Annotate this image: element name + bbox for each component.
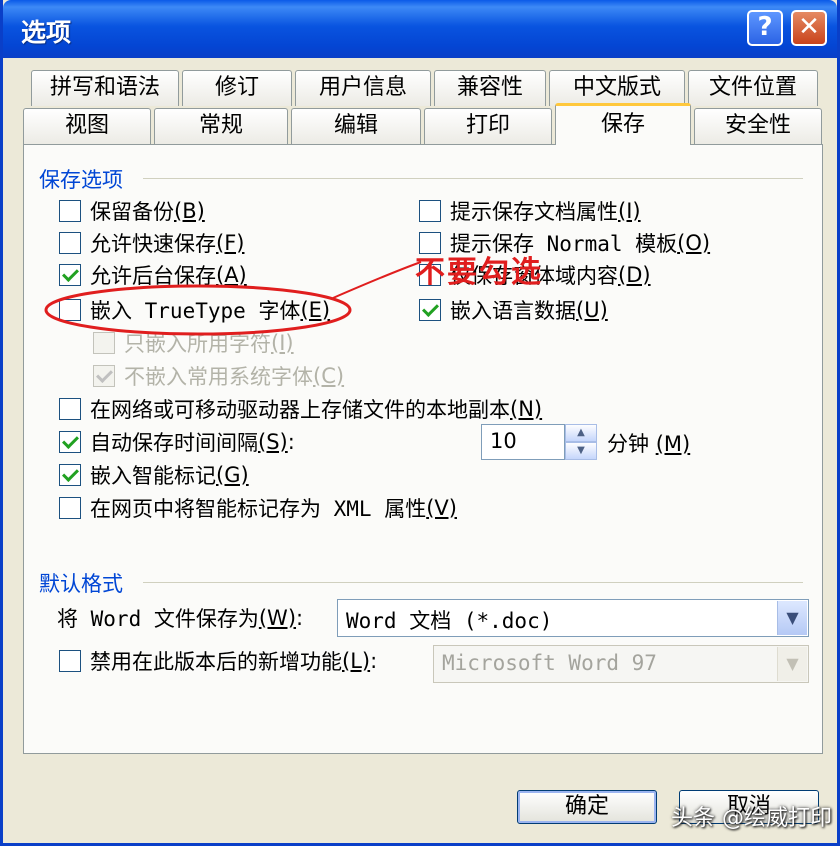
embed-linguistic-data-option[interactable]: 嵌入语言数据 (U) [419, 296, 608, 324]
options-dialog: 选项 ? ✕ 拼写和语法 修订 用户信息 兼容性 中文版式 文件位置 视图 常规… [0, 0, 840, 846]
close-button[interactable]: ✕ [791, 10, 827, 46]
prompt-doc-properties-checkbox[interactable] [419, 200, 441, 222]
default-format-group-title: 默认格式 [39, 572, 123, 596]
minutes-label: 分钟 (M) [607, 432, 691, 456]
embed-linguistic-data-checkbox[interactable] [419, 299, 441, 321]
watermark: 头条 @绘威打印 [671, 806, 832, 831]
tab-save[interactable]: 保存 [555, 103, 691, 145]
tab-asian-typography[interactable]: 中文版式 [549, 70, 685, 106]
smart-tags-xml-checkbox[interactable] [59, 497, 81, 519]
chevron-down-icon[interactable]: ▼ [777, 601, 807, 635]
local-copy-checkbox[interactable] [59, 398, 81, 420]
tab-user-info[interactable]: 用户信息 [295, 70, 431, 106]
embed-smart-tags-checkbox[interactable] [59, 464, 81, 486]
save-word-as-label: 将 Word 文件保存为 (W) : [57, 606, 304, 631]
allow-background-save-option[interactable]: 允许后台保存 (A) [59, 261, 247, 289]
smart-tags-xml-option[interactable]: 在网页中将智能标记存为 XML 属性 (V) [59, 494, 457, 522]
spin-down-icon[interactable]: ▼ [565, 442, 597, 460]
help-button[interactable]: ? [747, 10, 783, 46]
local-copy-option[interactable]: 在网络或可移动驱动器上存储文件的本地副本 (N) [59, 395, 542, 423]
tab-file-locations[interactable]: 文件位置 [688, 70, 818, 106]
chevron-down-icon: ▼ [777, 647, 807, 681]
autosave-minutes-input[interactable]: 10 [481, 424, 565, 460]
skip-system-fonts-option: 不嵌入常用系统字体 (C) [93, 362, 344, 390]
ok-button[interactable]: 确定 [517, 790, 657, 824]
tab-edit[interactable]: 编辑 [291, 108, 421, 144]
tab-compatibility[interactable]: 兼容性 [434, 70, 546, 106]
embed-truetype-fonts-checkbox[interactable] [59, 299, 81, 321]
embed-used-chars-option: 只嵌入所用字符 (I) [93, 329, 294, 357]
tab-track-changes[interactable]: 修订 [182, 70, 292, 106]
prompt-doc-properties-option[interactable]: 提示保存文档属性 (I) [419, 197, 641, 225]
save-options-group-title: 保存选项 [39, 168, 123, 192]
tab-spelling-grammar[interactable]: 拼写和语法 [31, 70, 179, 106]
window-title: 选项 [21, 18, 72, 47]
allow-fast-save-option[interactable]: 允许快速保存 (F) [59, 229, 244, 257]
autosave-minutes-spinner[interactable]: ▲ ▼ [565, 424, 597, 460]
allow-background-save-checkbox[interactable] [59, 264, 81, 286]
title-bar[interactable]: 选项 ? ✕ [3, 0, 837, 58]
spin-up-icon[interactable]: ▲ [565, 424, 597, 442]
embed-truetype-fonts-option[interactable]: 嵌入 TrueType 字体 (E) [59, 296, 330, 324]
tab-security[interactable]: 安全性 [694, 108, 822, 144]
save-options-divider [143, 178, 803, 179]
embed-smart-tags-option[interactable]: 嵌入智能标记 (G) [59, 461, 249, 489]
annotation-text: 不要勾选 [415, 255, 543, 290]
keep-backup-option[interactable]: 保留备份 (B) [59, 197, 205, 225]
disable-features-option[interactable]: 禁用在此版本后的新增功能 (L) : [59, 647, 377, 675]
autosave-interval-option[interactable]: 自动保存时间间隔 (S) : [59, 428, 295, 456]
embed-used-chars-checkbox [93, 332, 115, 354]
disable-features-checkbox[interactable] [59, 650, 81, 672]
save-format-select[interactable]: Word 文档 (*.doc) ▼ [337, 599, 809, 637]
allow-fast-save-checkbox[interactable] [59, 232, 81, 254]
tab-print[interactable]: 打印 [424, 108, 552, 144]
tab-general[interactable]: 常规 [154, 108, 288, 144]
default-format-divider [143, 582, 803, 583]
autosave-interval-checkbox[interactable] [59, 431, 81, 453]
skip-system-fonts-checkbox [93, 365, 115, 387]
keep-backup-checkbox[interactable] [59, 200, 81, 222]
tab-view[interactable]: 视图 [23, 108, 151, 144]
version-select: Microsoft Word 97 ▼ [433, 645, 809, 683]
